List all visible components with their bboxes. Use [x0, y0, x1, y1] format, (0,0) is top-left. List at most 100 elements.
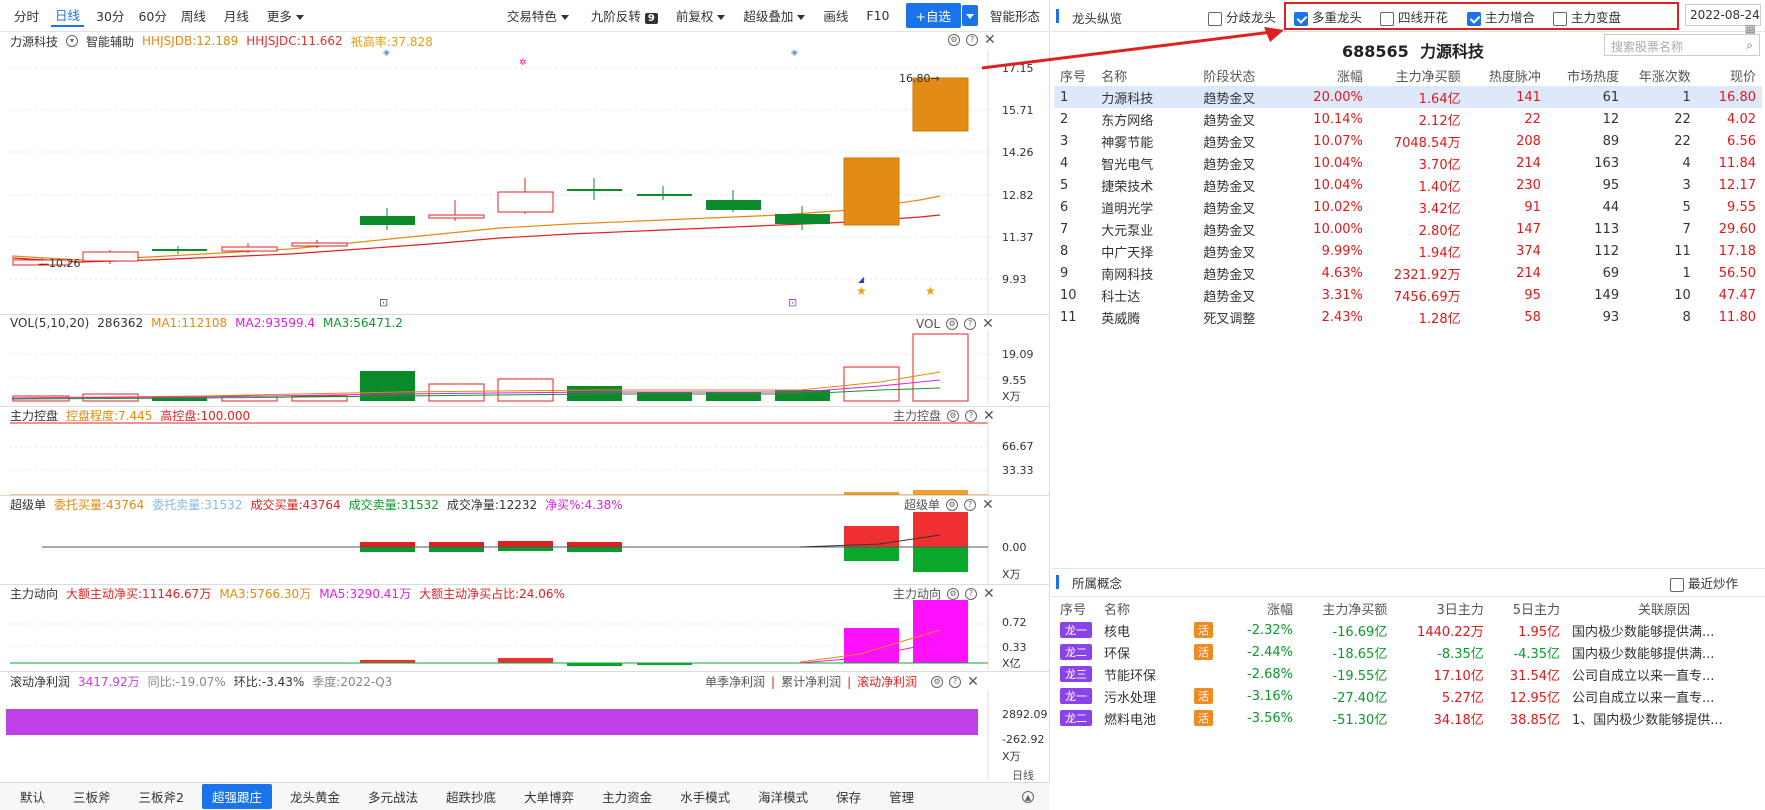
table-row[interactable]: 9 南网科技 趋势金叉 4.63% 2321.92万 214 69 1 56.50 [1054, 262, 1762, 284]
table-cell: 大元泵业 [1101, 223, 1154, 239]
table-header[interactable]: 名称 [1095, 64, 1197, 86]
close-icon[interactable]: ✕ [967, 674, 979, 690]
table-row[interactable]: 6 道明光学 趋势金叉 10.02% 3.42亿 91 44 5 9.55 [1054, 196, 1762, 218]
strategy-tab[interactable]: 多元战法 [358, 784, 428, 809]
table-header[interactable]: 5日主力 [1490, 597, 1566, 619]
concept-row[interactable]: 龙二 环保活 -2.44% -18.65亿 -8.35亿 -4.35亿 国内极少数能够提供满… [1054, 641, 1762, 663]
title-accent [1056, 575, 1059, 589]
table-cell: 10.07% [1313, 133, 1363, 149]
nine-reverse-button[interactable]: 九阶反转 9 [587, 5, 662, 26]
table-row[interactable]: 10 科士达 趋势金叉 3.31% 7456.69万 95 149 10 47.47 [1054, 284, 1762, 306]
table-header[interactable]: 年涨次数 [1625, 64, 1697, 86]
table-cell: 163 [1594, 155, 1620, 171]
concept-name[interactable]: 核电 [1098, 619, 1188, 641]
table-header[interactable]: 热度脉冲 [1467, 64, 1547, 86]
strategy-tab[interactable]: 大单博弈 [514, 784, 584, 809]
profit-tab-single[interactable]: 单季净利润 [705, 673, 765, 690]
table-header[interactable]: 序号 [1054, 64, 1095, 86]
table-header[interactable]: 主力净买额 [1369, 64, 1467, 86]
table-row[interactable]: 4 智光电气 趋势金叉 10.04% 3.70亿 214 163 4 11.84 [1054, 152, 1762, 174]
strategy-tab-active[interactable]: 超强跟庄 [201, 784, 272, 809]
table-row[interactable]: 11 英威腾 死叉调整 2.43% 1.28亿 58 93 8 11.80 [1054, 306, 1762, 328]
smart-assist-label[interactable]: 智能辅助 [86, 33, 134, 50]
strategy-tab[interactable]: 主力资金 [592, 784, 662, 809]
table-header[interactable]: 3日主力 [1393, 597, 1489, 619]
concept-row[interactable]: 龙一 污水处理活 -3.16% -27.40亿 5.27亿 12.95亿 公司自成立以来一直… [1054, 685, 1762, 707]
period-tab-30min[interactable]: 30分 [92, 5, 128, 26]
smart-shape-button[interactable]: 智能形态 [986, 5, 1044, 26]
table-row[interactable]: 7 大元泵业 趋势金叉 10.00% 2.80亿 147 113 7 29.60 [1054, 218, 1762, 240]
strategy-tab[interactable]: 三板斧 [63, 784, 121, 809]
table-row[interactable]: 2 东方网络 趋势金叉 10.14% 2.12亿 22 12 22 4.02 [1054, 108, 1762, 130]
strategy-tab[interactable]: 三板斧2 [129, 784, 194, 809]
option-main-change[interactable]: 主力变盘 [1553, 7, 1621, 26]
super-overlay-dropdown[interactable]: 超级叠加 [739, 5, 809, 26]
table-header[interactable]: 名称 [1098, 597, 1188, 619]
settings-icon[interactable]: ⚙ [946, 498, 959, 511]
dropdown-circle-icon[interactable]: ▾ [66, 35, 79, 47]
strategy-tab[interactable]: 管理 [879, 784, 924, 809]
stock-search-input[interactable]: 搜索股票名称 ⌕ [1604, 34, 1760, 56]
table-header[interactable]: 序号 [1054, 597, 1098, 619]
strategy-tab[interactable]: 海洋模式 [748, 784, 818, 809]
table-row[interactable]: 5 捷荣技术 趋势金叉 10.04% 1.40亿 230 95 3 12.17 [1054, 174, 1762, 196]
settings-icon[interactable]: ⚙ [946, 318, 959, 330]
table-cell: 10.14% [1313, 111, 1363, 127]
strategy-tab[interactable]: 水手模式 [670, 784, 740, 809]
strategy-tab[interactable]: 超跌抄底 [436, 784, 506, 809]
strategy-tab[interactable]: 龙头黄金 [280, 784, 350, 809]
option-main-increase[interactable]: 主力增合 [1467, 7, 1535, 26]
table-row[interactable]: 3 神雾节能 趋势金叉 10.07% 7048.54万 208 89 22 6.56 [1054, 130, 1762, 152]
period-more-dropdown[interactable]: 更多 [263, 5, 308, 26]
period-tab-weekly[interactable]: 周线 [177, 5, 210, 26]
option-four-lines[interactable]: 四线开花 [1380, 7, 1448, 26]
table-header[interactable]: 市场热度 [1547, 64, 1625, 86]
table-cell: 9.99% [1321, 243, 1363, 259]
table-header[interactable]: 现价 [1697, 64, 1762, 86]
marker-icon: ◈ [791, 50, 798, 58]
watchlist-dropdown-button[interactable] [961, 5, 978, 26]
help-icon[interactable]: ? [949, 675, 962, 688]
concept-name[interactable]: 燃料电池 [1098, 707, 1188, 729]
table-header-spacer [1188, 597, 1228, 619]
flow-chart [10, 598, 989, 670]
table-header[interactable]: 阶段状态 [1197, 64, 1293, 86]
concept-row[interactable]: 龙一 核电活 -2.32% -16.69亿 1440.22万 1.95亿 国内极少数能够提供… [1054, 619, 1762, 641]
f10-button[interactable]: F10 [862, 7, 893, 24]
table-row[interactable]: 1 力源科技 趋势金叉 20.00% 1.64亿 141 61 1 16.80 [1054, 86, 1762, 108]
collapse-up-icon[interactable]: ▴ [1022, 790, 1034, 803]
flow-axis-label: 0.33 [1002, 641, 1027, 654]
period-tab-fenshi[interactable]: 分时 [10, 5, 43, 26]
table-header[interactable]: 关联原因 [1566, 597, 1762, 619]
period-tab-daily[interactable]: 日线 [51, 4, 85, 27]
draw-line-button[interactable]: 画线 [819, 5, 852, 26]
vol-divider [0, 314, 1050, 315]
tab-separator: | [771, 674, 776, 689]
table-row[interactable]: 8 中广天择 趋势金叉 9.99% 1.94亿 374 112 11 17.18 [1054, 240, 1762, 262]
concept-name[interactable]: 污水处理 [1098, 685, 1188, 707]
trade-feature-dropdown[interactable]: 交易特色 [503, 5, 573, 26]
profit-tab-rolling[interactable]: 滚动净利润 [857, 673, 917, 690]
help-icon[interactable]: ? [964, 318, 977, 330]
strategy-tab[interactable]: 保存 [826, 784, 871, 809]
period-tab-60min[interactable]: 60分 [134, 5, 170, 26]
strategy-tab[interactable]: 默认 [10, 784, 55, 809]
restore-rights-dropdown[interactable]: 前复权 [672, 5, 730, 26]
period-tab-monthly[interactable]: 月线 [220, 5, 253, 26]
table-header[interactable]: 涨幅 [1293, 64, 1369, 86]
settings-icon[interactable]: ⚙ [931, 675, 944, 688]
date-picker[interactable]: 2022-08-24 ▦ [1685, 4, 1761, 36]
add-watchlist-button[interactable]: +自选 [905, 3, 961, 28]
recent-hype-checkbox[interactable]: 最近炒作 [1670, 573, 1738, 592]
concept-name[interactable]: 环保 [1098, 641, 1188, 663]
table-cell: 95 [1602, 177, 1620, 193]
help-icon[interactable]: ? [964, 498, 977, 511]
option-multi-dragon[interactable]: 多重龙头 [1294, 7, 1362, 26]
concept-row[interactable]: 龙二 燃料电池活 -3.56% -51.30亿 34.18亿 38.85亿 1、国内极少数能… [1054, 707, 1762, 729]
table-header[interactable]: 涨幅 [1228, 597, 1299, 619]
concept-row[interactable]: 龙三 节能环保 -2.68% -19.55亿 17.10亿 31.54亿 公司自成立以来一直… [1054, 663, 1762, 685]
settings-icon[interactable]: ⚙ [948, 34, 960, 46]
profit-tab-cumulative[interactable]: 累计净利润 [781, 673, 841, 690]
table-header[interactable]: 主力净买额 [1299, 597, 1393, 619]
concept-name[interactable]: 节能环保 [1098, 663, 1188, 685]
